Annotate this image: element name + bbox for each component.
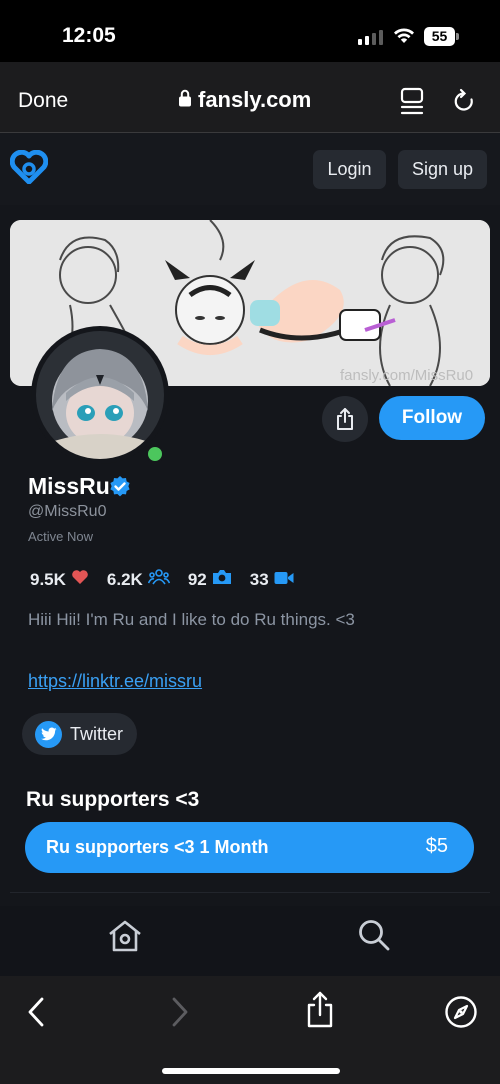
site-bottom-nav (0, 906, 500, 976)
tabs-icon[interactable] (399, 87, 425, 115)
divider (10, 892, 490, 893)
status-time: 12:05 (62, 24, 116, 47)
subscriptions-title: Ru supporters <3 (26, 788, 200, 811)
lock-icon (178, 87, 192, 113)
home-icon[interactable] (107, 919, 143, 953)
battery-tip (456, 33, 459, 40)
url-text: fansly.com (198, 87, 312, 112)
verified-icon (108, 475, 132, 504)
users-icon (147, 568, 171, 591)
back-icon[interactable] (26, 996, 46, 1028)
twitter-label: Twitter (70, 723, 124, 744)
share-profile-button[interactable] (322, 396, 368, 442)
safari-share-icon[interactable] (304, 991, 336, 1029)
reload-icon[interactable] (452, 88, 476, 114)
profile-handle: @MissRu0 (28, 503, 107, 520)
forward-icon[interactable] (170, 996, 190, 1028)
profile-link[interactable]: https://linktr.ee/missru (28, 671, 202, 692)
likes-count: 9.5K (30, 569, 66, 589)
photos-stat: 92 (188, 569, 232, 590)
search-icon[interactable] (357, 918, 391, 952)
signup-button[interactable]: Sign up (398, 150, 487, 189)
video-icon (274, 570, 294, 590)
compass-icon[interactable] (444, 995, 478, 1029)
twitter-icon (35, 720, 62, 748)
online-status-dot (146, 445, 164, 463)
twitter-link-button[interactable]: Twitter (22, 713, 137, 755)
battery-icon: 55 (424, 27, 455, 46)
videos-stat: 33 (250, 570, 294, 590)
cellular-signal-icon (358, 30, 383, 45)
done-button[interactable]: Done (18, 89, 68, 113)
follow-button[interactable]: Follow (379, 396, 485, 440)
profile-bio: Hiii Hii! I'm Ru and I like to do Ru thi… (28, 610, 355, 629)
subscription-tier-button[interactable]: Ru supporters <3 1 Month $5 (25, 822, 474, 873)
heart-icon (71, 569, 89, 590)
likes-stat: 9.5K (30, 569, 89, 590)
avatar[interactable] (36, 331, 164, 459)
profile-name: MissRu (28, 473, 110, 499)
followers-count: 6.2K (106, 569, 143, 589)
active-status: Active Now (28, 529, 94, 544)
banner-watermark: fansly.com/MissRu0 (340, 367, 473, 384)
wifi-icon (392, 25, 416, 49)
url-field[interactable]: fansly.com (178, 87, 311, 113)
subscription-tier-price: $5 (425, 835, 448, 857)
profile-stats: 9.5K 6.2K 92 33 (30, 568, 312, 591)
share-icon (337, 408, 353, 430)
followers-stat: 6.2K (106, 568, 171, 591)
subscription-tier-label: Ru supporters <3 1 Month (46, 837, 269, 857)
videos-count: 33 (249, 569, 269, 589)
photos-count: 92 (187, 569, 207, 589)
home-indicator (162, 1068, 340, 1074)
camera-icon (212, 569, 232, 590)
fansly-logo-icon[interactable] (9, 149, 49, 189)
login-button[interactable]: Login (313, 150, 386, 189)
